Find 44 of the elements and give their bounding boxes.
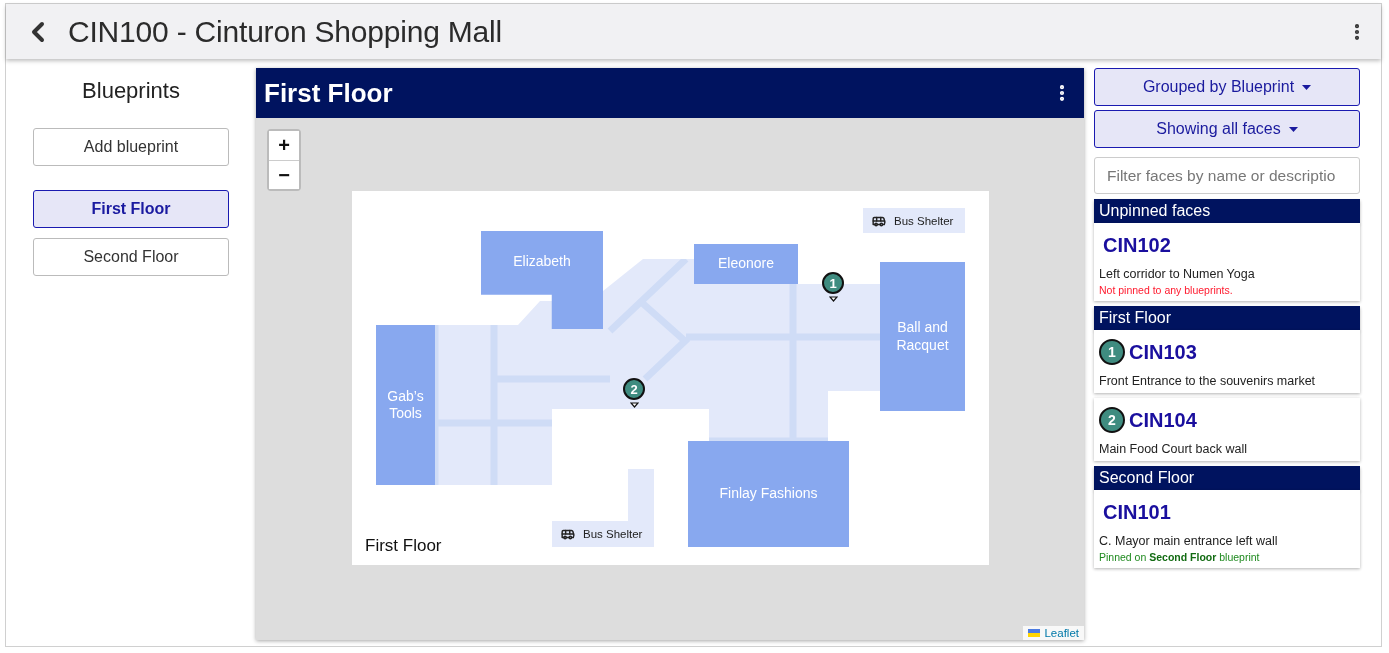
face-description: Main Food Court back wall bbox=[1099, 442, 1248, 456]
map-pin[interactable]: 1 bbox=[822, 272, 844, 294]
group-by-dropdown[interactable]: Grouped by Blueprint bbox=[1094, 68, 1360, 106]
bus-icon bbox=[561, 527, 575, 541]
page-title: CIN100 - Cinturon Shopping Mall bbox=[68, 14, 504, 49]
blueprint-button[interactable]: First Floor bbox=[33, 190, 229, 228]
pin-pointer-icon bbox=[629, 402, 639, 408]
flag-icon bbox=[1028, 629, 1041, 637]
face-code: CIN102 bbox=[1103, 233, 1171, 257]
pin-status: Not pinned to any blueprints. bbox=[1099, 284, 1234, 296]
add-blueprint-button[interactable]: Add blueprint bbox=[33, 128, 229, 166]
face-filter-dropdown[interactable]: Showing all faces bbox=[1094, 110, 1360, 148]
face-description: Left corridor to Numen Yoga bbox=[1099, 267, 1256, 281]
face-code: CIN104 bbox=[1129, 408, 1197, 432]
plan-caption: First Floor bbox=[365, 536, 442, 556]
face-description: C. Mayor main entrance left wall bbox=[1099, 534, 1279, 548]
filter-field[interactable]: Filter faces by name or descriptio bbox=[1094, 157, 1360, 194]
pin-badge: 2 bbox=[1099, 407, 1125, 433]
face-description: Front Entrance to the souvenirs market bbox=[1099, 374, 1317, 388]
pin-badge: 1 bbox=[1099, 339, 1125, 365]
bus-shelter-label: Bus Shelter bbox=[583, 528, 643, 540]
map-title: First Floor bbox=[264, 77, 394, 109]
bus-shelter-label: Bus Shelter bbox=[894, 214, 954, 227]
face-card[interactable]: 2 CIN104 Main Food Court back wall bbox=[1094, 398, 1360, 461]
zoom-out-button[interactable]: − bbox=[269, 160, 299, 189]
group-header: First Floor bbox=[1094, 306, 1360, 330]
face-card[interactable]: CIN102 Left corridor to Numen Yoga Not pinned to any blueprints. bbox=[1094, 223, 1360, 301]
store-room: Eleonore bbox=[694, 244, 798, 284]
caret-icon bbox=[1302, 84, 1312, 90]
group-header: Second Floor bbox=[1094, 466, 1360, 490]
store-room: Gab’s Tools bbox=[376, 325, 435, 485]
pin-pointer-icon bbox=[828, 296, 838, 302]
face-card[interactable]: 1 CIN103 Front Entrance to the souvenirs market bbox=[1094, 330, 1360, 393]
store-room: Finlay Fashions bbox=[688, 441, 849, 547]
group-header: Unpinned faces bbox=[1094, 199, 1360, 223]
store-room: Ball and Racquet bbox=[880, 262, 965, 411]
face-code: CIN103 bbox=[1129, 340, 1197, 364]
sidebar-title: Blueprints bbox=[82, 78, 180, 104]
pin-status: Pinned on Second Floor blueprint bbox=[1099, 551, 1261, 563]
caret-icon bbox=[1288, 126, 1298, 132]
store-room: Elizabeth bbox=[481, 231, 603, 329]
blueprint-button[interactable]: Second Floor bbox=[33, 238, 229, 276]
face-code: CIN101 bbox=[1103, 500, 1171, 524]
face-card[interactable]: CIN101 C. Mayor main entrance left wall Pinned on Second Floor blueprint bbox=[1094, 490, 1360, 568]
